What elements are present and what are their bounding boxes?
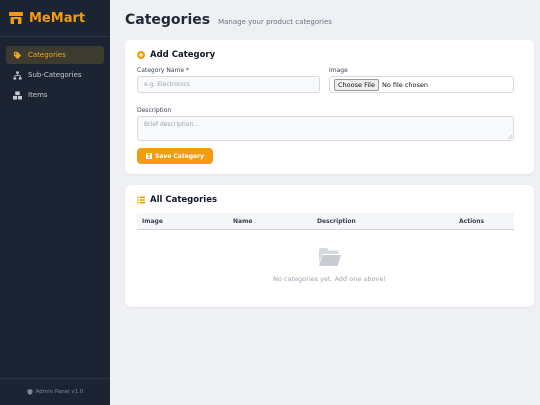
- sitemap-icon: [13, 70, 22, 80]
- category-name-placeholder: e.g. Electronics: [144, 81, 190, 88]
- sidebar-item-label: Categories: [28, 51, 66, 59]
- sidebar-nav: Categories Sub-Categories Items: [0, 37, 110, 104]
- file-status: No file chosen: [381, 80, 428, 89]
- page-header: Categories Manage your product categorie…: [125, 12, 332, 28]
- save-icon: [145, 153, 152, 159]
- card-title-text: Add Category: [150, 50, 216, 60]
- boxes-icon: [13, 90, 22, 100]
- sidebar-item-sub-categories[interactable]: Sub-Categories: [6, 66, 104, 84]
- sidebar-item-items[interactable]: Items: [6, 86, 104, 104]
- all-categories-title: All Categories: [137, 195, 217, 205]
- image-file-input[interactable]: Choose File No file chosen: [329, 76, 514, 93]
- add-category-card: Add Category Category Name * e.g. Electr…: [125, 40, 534, 174]
- description-placeholder: Brief description...: [144, 121, 200, 128]
- plus-circle-icon: [137, 51, 145, 59]
- save-category-button[interactable]: Save Category: [137, 148, 213, 164]
- description-label: Description: [137, 107, 172, 114]
- page-subtitle: Manage your product categories: [218, 18, 332, 26]
- category-name-input[interactable]: e.g. Electronics: [137, 76, 320, 93]
- brand-name: MeMart: [29, 10, 86, 26]
- store-icon: [9, 12, 23, 24]
- brand[interactable]: MeMart: [0, 0, 110, 37]
- card-title-text: All Categories: [150, 195, 218, 205]
- list-icon: [137, 196, 145, 204]
- save-button-label: Save Category: [154, 152, 205, 160]
- empty-state: No categories yet. Add one above!: [125, 247, 534, 283]
- sidebar-item-label: Items: [28, 91, 48, 99]
- column-header-actions: Actions: [459, 218, 485, 225]
- resize-handle-icon[interactable]: [508, 135, 512, 139]
- shield-icon: [27, 389, 33, 395]
- sidebar-item-categories[interactable]: Categories: [6, 46, 104, 64]
- column-header-description: Description: [317, 218, 356, 225]
- sidebar-item-label: Sub-Categories: [28, 71, 82, 79]
- main-content: Categories Manage your product categorie…: [110, 0, 540, 405]
- table-header: Image Name Description Actions: [137, 213, 514, 230]
- page-title: Categories: [125, 12, 211, 28]
- description-textarea[interactable]: Brief description...: [137, 116, 514, 141]
- sidebar: MeMart Categories Sub-Categories Items A…: [0, 0, 110, 405]
- empty-state-text: No categories yet. Add one above!: [273, 275, 386, 283]
- footer-text: Admin Panel v1.0: [35, 389, 84, 395]
- category-name-label: Category Name *: [137, 67, 189, 74]
- column-header-image: Image: [142, 218, 163, 225]
- column-header-name: Name: [233, 218, 253, 225]
- tag-icon: [13, 51, 22, 59]
- all-categories-card: All Categories Image Name Description Ac…: [125, 185, 534, 307]
- sidebar-footer: Admin Panel v1.0: [0, 378, 110, 405]
- image-label: Image: [329, 67, 348, 74]
- add-category-title: Add Category: [137, 50, 215, 60]
- choose-file-button[interactable]: Choose File: [334, 78, 379, 91]
- folder-open-icon: [318, 248, 341, 266]
